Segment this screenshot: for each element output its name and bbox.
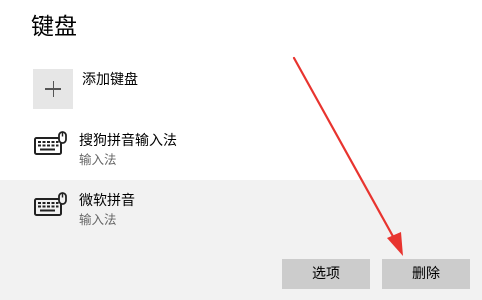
- keyboard-name: 微软拼音: [79, 193, 135, 209]
- delete-button[interactable]: 删除: [382, 259, 470, 289]
- page-title: 键盘: [31, 14, 77, 40]
- add-keyboard-label: 添加键盘: [82, 72, 138, 88]
- keyboard-item-sogou[interactable]: 搜狗拼音输入法 输入法: [0, 122, 482, 182]
- keyboard-icon: [34, 192, 67, 216]
- keyboard-icon: [34, 131, 67, 155]
- options-button[interactable]: 选项: [282, 259, 370, 289]
- keyboard-name: 搜狗拼音输入法: [79, 133, 177, 149]
- plus-icon[interactable]: [33, 69, 73, 109]
- keyboard-type: 输入法: [79, 152, 117, 167]
- add-keyboard-row[interactable]: 添加键盘: [33, 69, 138, 111]
- keyboard-type: 输入法: [79, 212, 117, 227]
